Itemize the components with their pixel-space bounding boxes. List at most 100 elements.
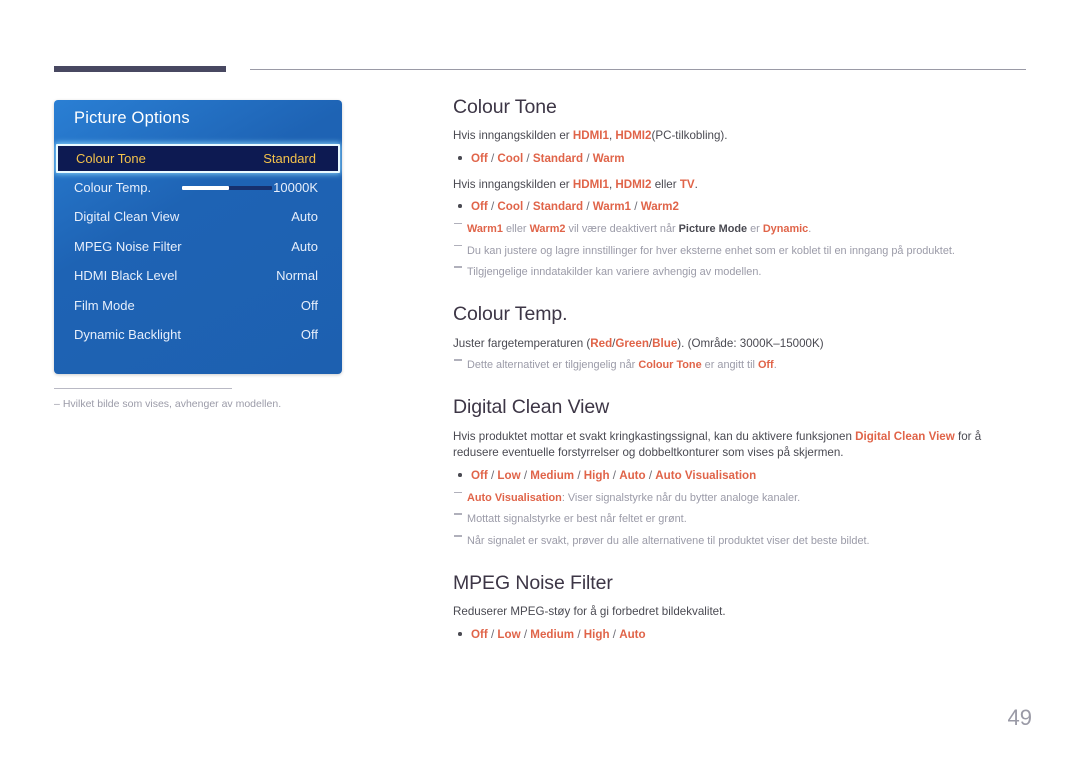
osd-row-label: Colour Tone	[76, 151, 146, 166]
note-text: : Viser signalstyrke når du bytter analo…	[561, 491, 801, 504]
note-dash-icon	[454, 491, 462, 494]
highlight-term: Off	[757, 359, 774, 372]
text-fragment: (PC-tilkobling).	[651, 129, 728, 143]
section-title: Colour Tone	[453, 96, 557, 118]
footnote-dash: ‒	[54, 398, 60, 410]
note-line: Warm1 eller Warm2 vil være deaktivert nå…	[453, 222, 1028, 238]
option-value: Warm2	[640, 200, 679, 214]
option-bullet: Off / Cool / Standard / Warm1 / Warm2	[453, 198, 1028, 215]
note-line: Tilgjengelige inndatakilder kan variere …	[453, 265, 1028, 281]
body-paragraph: Hvis produktet mottar et svakt kringkast…	[453, 429, 1028, 463]
option-value: Off	[471, 469, 488, 483]
note-line: Du kan justere og lagre innstillinger fo…	[453, 244, 1028, 260]
osd-row-value: Off	[300, 297, 318, 313]
section-title: MPEG Noise Filter	[453, 572, 613, 595]
osd-row-label: Colour Temp.	[74, 180, 152, 195]
text-fragment: eller	[651, 177, 680, 191]
text-fragment: .	[694, 177, 698, 191]
osd-footnote-block: ‒ Hvilket bilde som vises, avhenger av mo…	[54, 388, 374, 410]
section-colour-temp: Colour Temp. Juster fargetemperaturen (R…	[453, 303, 1028, 374]
highlight-term: Blue	[652, 336, 678, 350]
bullet-dot-icon	[458, 473, 462, 477]
text-fragment: .	[808, 222, 812, 235]
note-text: Mottatt signalstyrke er best når feltet …	[467, 513, 687, 526]
note-text: .	[773, 359, 777, 372]
note-dash-icon	[454, 222, 462, 225]
body-paragraph: Reduserer MPEG-støy for å gi forbedret b…	[453, 605, 726, 619]
note-dash-icon	[454, 244, 462, 247]
section-title: Colour Temp.	[453, 303, 568, 326]
note-text: Tilgjengelige inndatakilder kan variere …	[467, 266, 762, 279]
osd-row-value: 10000K	[273, 180, 318, 195]
section-title: Digital Clean View	[453, 396, 610, 419]
osd-row-film-mode[interactable]: Film Mode Off	[54, 291, 342, 320]
osd-row-label: Dynamic Backlight	[74, 326, 181, 342]
header-thin-rule	[250, 69, 1026, 70]
option-bullet: Off / Cool / Standard / Warm	[453, 150, 1028, 167]
option-value: Auto	[619, 469, 646, 483]
footnote-label: Hvilket bilde som vises, avhenger av mod…	[62, 398, 282, 410]
osd-footnote-text: ‒ Hvilket bilde som vises, avhenger av mo…	[54, 398, 374, 410]
option-value: Standard	[532, 152, 584, 166]
osd-row-digital-clean-view[interactable]: Digital Clean View Auto	[54, 202, 342, 231]
highlight-term: TV	[679, 177, 695, 191]
osd-row-label: HDMI Black Level	[74, 268, 178, 284]
osd-panel-title: Picture Options	[74, 109, 190, 127]
option-value: Auto	[619, 628, 646, 642]
section-mpeg-noise-filter: MPEG Noise Filter Reduserer MPEG-støy fo…	[453, 572, 1028, 644]
section-digital-clean-view: Digital Clean View Hvis produktet mottar…	[453, 396, 1028, 550]
osd-row-label: Film Mode	[74, 297, 135, 313]
note-dash-icon	[454, 266, 462, 268]
highlight-term: HDMI2	[615, 129, 652, 143]
note-line: Når signalet er svakt, prøver du alle al…	[453, 534, 1028, 550]
osd-row-mpeg-noise-filter[interactable]: MPEG Noise Filter Auto	[54, 232, 342, 261]
option-value: Off	[471, 200, 488, 214]
bullet-dot-icon	[458, 632, 462, 636]
option-value: Low	[497, 469, 521, 483]
option-bullet: Off / Low / Medium / High / Auto	[453, 626, 1028, 643]
osd-row-label: MPEG Noise Filter	[74, 238, 182, 254]
highlight-term: HDMI2	[615, 177, 652, 191]
bullet-dot-icon	[458, 204, 462, 208]
text-fragment: Hvis inngangskilden er	[453, 177, 573, 191]
option-value: High	[583, 628, 610, 642]
note-dash-icon	[454, 513, 462, 515]
osd-row-dynamic-backlight[interactable]: Dynamic Backlight Off	[54, 320, 342, 349]
body-paragraph: Hvis inngangskilden er HDMI1, HDMI2(PC-t…	[453, 128, 1028, 145]
note-dash-icon	[454, 359, 462, 361]
osd-row-value: Auto	[291, 209, 318, 225]
highlight-term: Warm2	[529, 222, 566, 235]
note-text: Dette alternativet er tilgjengelig når	[467, 359, 639, 372]
option-value: Off	[471, 628, 488, 642]
highlight-term: HDMI1	[572, 129, 609, 143]
note-line: Auto Visualisation: Viser signalstyrke n…	[453, 491, 1028, 507]
osd-row-value: Normal	[276, 268, 318, 284]
highlight-term: Dynamic	[762, 222, 809, 235]
osd-colour-temp-slider[interactable]	[182, 186, 272, 190]
highlight-term: Digital Clean View	[855, 429, 955, 443]
note-line: Dette alternativet er tilgjengelig når C…	[453, 358, 1028, 374]
osd-picture-options-panel: Picture Options Colour Tone Standard Col…	[54, 100, 342, 374]
highlight-term: Auto Visualisation	[467, 491, 562, 504]
osd-footnote-rule	[54, 388, 232, 389]
highlight-term: HDMI1	[572, 177, 609, 191]
osd-row-colour-tone[interactable]: Colour Tone Standard	[56, 144, 340, 173]
highlight-term: Picture Mode	[678, 222, 748, 235]
text-fragment: Hvis produktet mottar et svakt kringkast…	[453, 429, 856, 443]
highlight-term: Green	[615, 336, 649, 350]
bullet-dot-icon	[458, 156, 462, 160]
osd-row-colour-temp[interactable]: Colour Temp. 10000K	[54, 173, 342, 202]
option-bullet: Off / Low / Medium / High / Auto / Auto …	[453, 467, 1028, 484]
option-value: Cool	[497, 152, 524, 166]
body-paragraph: Juster fargetemperaturen (Red/Green/Blue…	[453, 336, 1028, 353]
note-text: Når signalet er svakt, prøver du alle al…	[467, 535, 870, 548]
text-fragment: Juster fargetemperaturen (	[453, 336, 591, 350]
osd-row-value: Off	[300, 326, 318, 342]
option-value: Medium	[530, 469, 575, 483]
osd-row-hdmi-black-level[interactable]: HDMI Black Level Normal	[54, 261, 342, 290]
note-text: Du kan justere og lagre innstillinger fo…	[467, 244, 955, 257]
header-thick-rule	[54, 66, 226, 72]
highlight-term: Warm1	[467, 222, 503, 235]
osd-row-value: Auto	[291, 238, 318, 254]
text-fragment: Hvis inngangskilden er	[453, 129, 573, 143]
